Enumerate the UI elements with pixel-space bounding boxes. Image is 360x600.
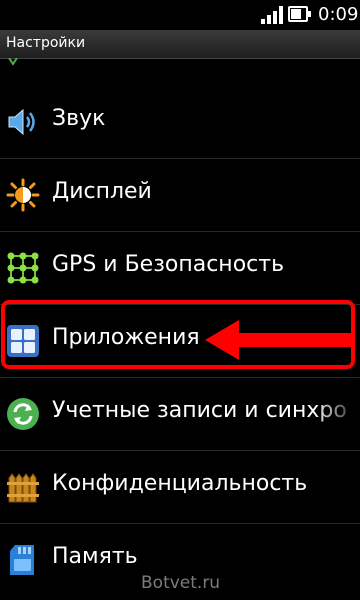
pointer-arrow (205, 320, 355, 360)
settings-item-display[interactable]: Дисплей (0, 158, 360, 231)
settings-item-label: Учетные записи и синхро (52, 398, 347, 423)
settings-item-label: Звук (52, 106, 106, 131)
watermark: Botvet.ru (141, 573, 221, 593)
sync-icon (7, 398, 39, 430)
settings-item-label: Память (52, 544, 138, 569)
settings-item-label: Дисплей (52, 179, 152, 204)
settings-item-gps[interactable]: GPS и Безопасность (0, 231, 360, 304)
right-fade (315, 380, 360, 440)
brightness-icon (6, 178, 40, 212)
gps-grid-icon (7, 252, 39, 284)
fence-icon (7, 473, 39, 503)
partial-icon (8, 58, 18, 66)
sd-card-icon (10, 545, 34, 575)
settings-item-accounts-sync[interactable]: Учетные записи и синхро (0, 377, 360, 450)
title-bar: Настройки (0, 30, 360, 59)
settings-item-label: GPS и Безопасность (52, 252, 285, 277)
speaker-icon (8, 108, 35, 136)
battery-icon (288, 4, 312, 24)
settings-item-privacy[interactable]: Конфиденциальность (0, 450, 360, 523)
status-bar: 0:09 (0, 0, 360, 30)
settings-item-sound[interactable]: Звук (0, 85, 360, 158)
settings-item-label: Конфиденциальность (52, 471, 308, 496)
status-time: 0:09 (318, 4, 359, 25)
page-title: Настройки (6, 35, 86, 51)
signal-icon (261, 6, 283, 24)
